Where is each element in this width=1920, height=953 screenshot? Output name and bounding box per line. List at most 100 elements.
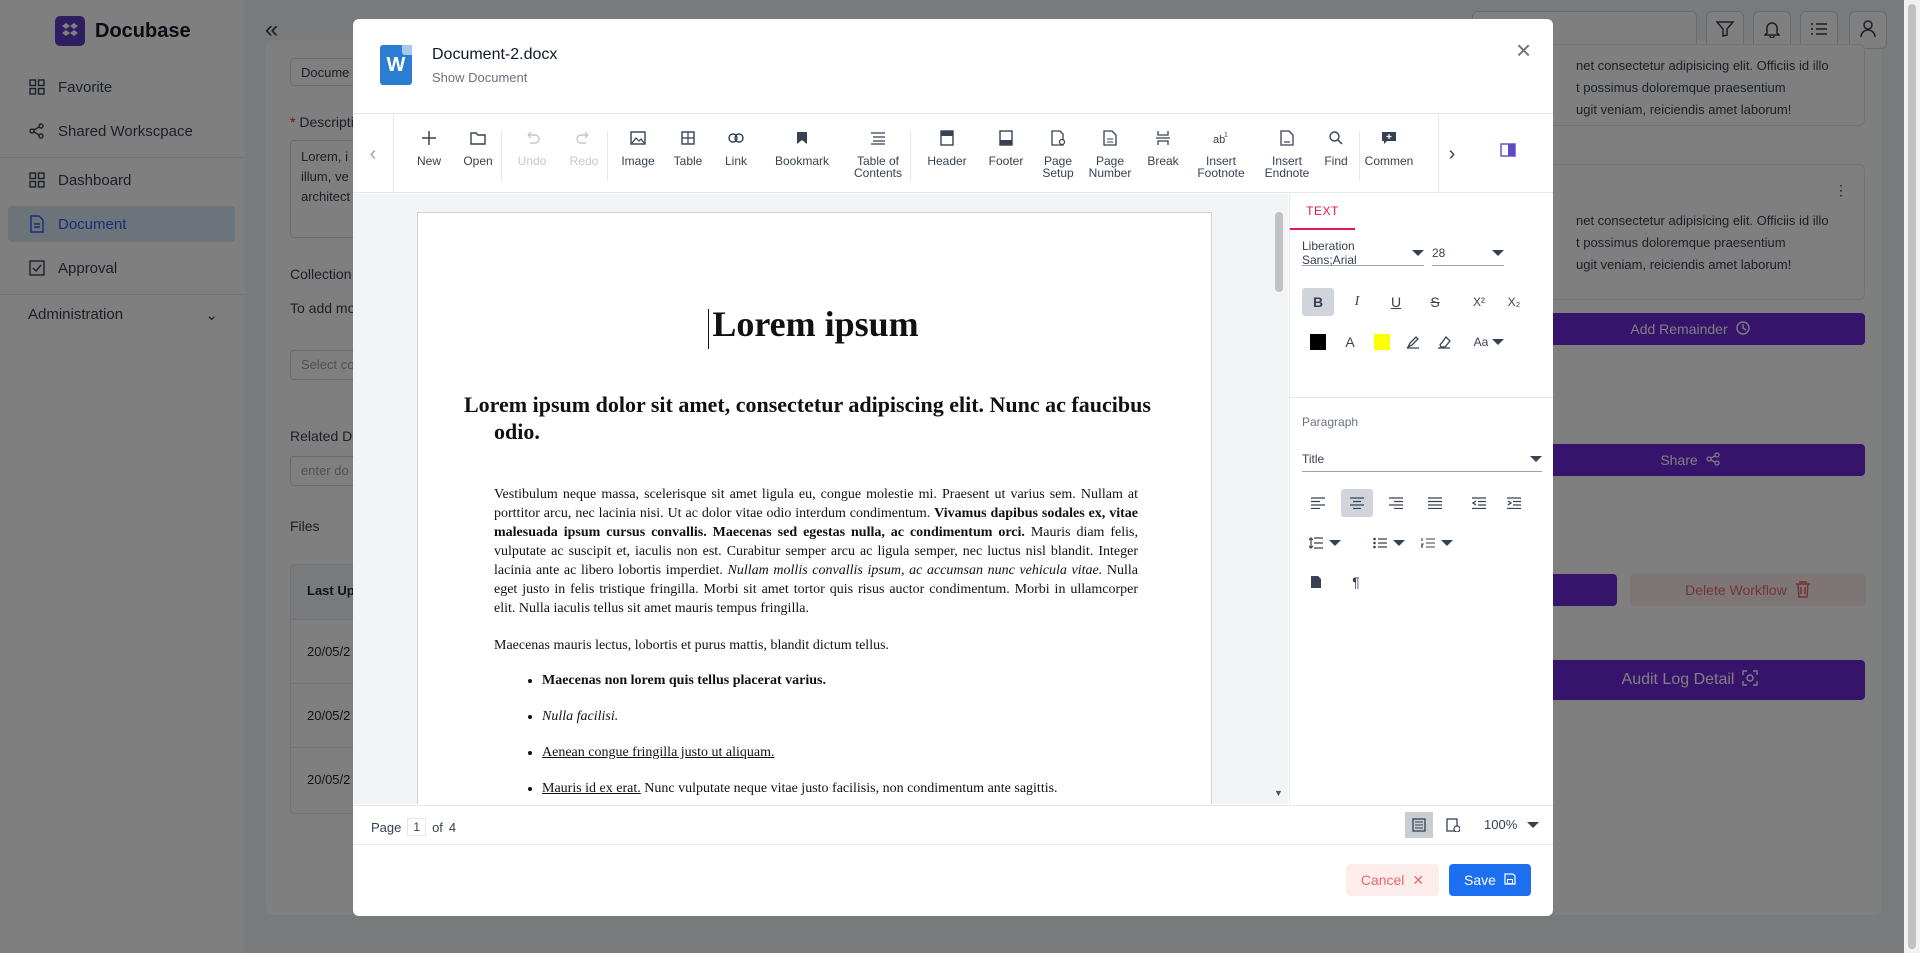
header-icon bbox=[940, 127, 954, 149]
highlight-color-button[interactable] bbox=[1366, 328, 1398, 356]
divider bbox=[501, 131, 502, 181]
comment-button[interactable]: Commen bbox=[1363, 127, 1415, 185]
insert-table-button[interactable]: Table bbox=[665, 127, 711, 185]
document-canvas[interactable]: Lorem ipsum Lorem ipsum dolor sit amet, … bbox=[353, 194, 1288, 804]
tab-text[interactable]: TEXT bbox=[1290, 194, 1355, 230]
chevron-down-icon bbox=[1393, 540, 1405, 546]
document-paragraph[interactable]: Vestibulum neque massa, scelerisque sit … bbox=[494, 485, 1138, 618]
chevron-down-icon bbox=[1329, 540, 1341, 546]
highlight-swatch-icon bbox=[1374, 334, 1390, 350]
close-icon[interactable]: × bbox=[1516, 37, 1531, 63]
divider bbox=[1359, 131, 1360, 181]
justify-button[interactable] bbox=[1419, 489, 1451, 517]
bookmark-button[interactable]: Bookmark bbox=[767, 127, 837, 185]
underline-button[interactable]: U bbox=[1380, 288, 1412, 316]
link-icon bbox=[728, 127, 744, 149]
insert-link-button[interactable]: Link bbox=[713, 127, 759, 185]
document-page[interactable]: Lorem ipsum Lorem ipsum dolor sit amet, … bbox=[417, 212, 1212, 804]
print-layout-icon bbox=[1412, 818, 1426, 832]
subscript-button[interactable]: X₂ bbox=[1498, 288, 1530, 316]
superscript-button[interactable]: X² bbox=[1463, 288, 1495, 316]
font-family-select[interactable]: Liberation Sans;Arial bbox=[1302, 239, 1424, 267]
properties-pane-toggle[interactable] bbox=[1500, 143, 1518, 161]
clear-format-icon[interactable] bbox=[1428, 328, 1460, 356]
clear-formatting-button[interactable] bbox=[1302, 568, 1330, 596]
find-button[interactable]: Find bbox=[1316, 127, 1356, 185]
scrollbar-thumb[interactable] bbox=[1275, 212, 1283, 292]
list-item[interactable]: Aenean congue fringilla justo ut aliquam… bbox=[542, 745, 1138, 781]
decrease-indent-button[interactable] bbox=[1463, 489, 1495, 517]
color-swatch-icon bbox=[1310, 334, 1326, 350]
chevron-down-icon bbox=[1412, 249, 1424, 256]
toolbar-scroll-left-button[interactable]: ‹ bbox=[353, 115, 393, 193]
highlighter-icon[interactable] bbox=[1397, 328, 1429, 356]
line-spacing-icon bbox=[1309, 537, 1323, 549]
insert-image-button[interactable]: Image bbox=[615, 127, 661, 185]
align-center-button[interactable] bbox=[1341, 489, 1373, 517]
current-page-input[interactable]: 1 bbox=[407, 818, 427, 836]
font-size-select[interactable]: 28 bbox=[1432, 240, 1504, 266]
undo-button[interactable]: Undo bbox=[509, 127, 555, 185]
italic-button[interactable]: I bbox=[1341, 288, 1373, 316]
increase-indent-button[interactable] bbox=[1498, 489, 1530, 517]
toolbar-scroll-right-button[interactable]: › bbox=[1432, 115, 1472, 193]
header-button[interactable]: Header bbox=[917, 127, 977, 185]
document-editor-modal: W Document-2.docx Show Document × ‹ New … bbox=[353, 19, 1553, 916]
numbering-button[interactable] bbox=[1414, 529, 1460, 557]
save-button[interactable]: Save bbox=[1449, 864, 1531, 896]
align-left-button[interactable] bbox=[1302, 489, 1334, 517]
insert-endnote-button[interactable]: Insert Endnote bbox=[1261, 127, 1313, 185]
page-number-button[interactable]: Page Number bbox=[1086, 127, 1134, 185]
bold-button[interactable]: B bbox=[1302, 288, 1334, 316]
footer-button[interactable]: Footer bbox=[981, 127, 1031, 185]
cancel-button[interactable]: Cancel ✕ bbox=[1346, 864, 1439, 896]
change-case-button[interactable]: Aa bbox=[1466, 328, 1512, 356]
pilcrow-icon: ¶ bbox=[1352, 574, 1360, 590]
page-indicator: Page 1 of 4 bbox=[371, 818, 457, 836]
chevron-down-icon bbox=[1441, 540, 1453, 546]
list-item[interactable]: Nulla facilisi. bbox=[542, 709, 1138, 745]
divider bbox=[393, 115, 394, 193]
open-button[interactable]: Open bbox=[455, 127, 501, 185]
modal-header: W Document-2.docx Show Document × bbox=[353, 19, 1553, 114]
show-hide-marks-button[interactable]: ¶ bbox=[1342, 568, 1370, 596]
line-spacing-button[interactable] bbox=[1302, 529, 1348, 557]
modal-subtitle: Show Document bbox=[432, 70, 528, 85]
print-layout-button[interactable] bbox=[1405, 812, 1433, 838]
divider bbox=[910, 131, 911, 181]
scroll-down-icon[interactable]: ▼ bbox=[1274, 788, 1283, 798]
toc-icon bbox=[870, 127, 886, 149]
modal-title: Document-2.docx bbox=[432, 46, 558, 63]
editor-scrollbar[interactable]: ▼ bbox=[1270, 194, 1288, 804]
bullets-button[interactable] bbox=[1366, 529, 1412, 557]
page-scrollbar[interactable] bbox=[1904, 0, 1920, 953]
align-right-button[interactable] bbox=[1380, 489, 1412, 517]
divider bbox=[607, 131, 608, 181]
page-setup-button[interactable]: Page Setup bbox=[1037, 127, 1079, 185]
close-icon: ✕ bbox=[1412, 871, 1425, 888]
list-item[interactable]: Maecenas non lorem quis tellus placerat … bbox=[542, 673, 1138, 709]
paragraph-label: Paragraph bbox=[1302, 415, 1359, 429]
plus-icon bbox=[422, 127, 436, 149]
text-color-button[interactable]: A bbox=[1334, 328, 1366, 356]
search-icon bbox=[1329, 127, 1343, 149]
zoom-select[interactable]: 100% bbox=[1484, 817, 1540, 832]
scrollbar-thumb[interactable] bbox=[1908, 4, 1916, 949]
break-button[interactable]: Break bbox=[1142, 127, 1184, 185]
new-button[interactable]: New bbox=[409, 127, 449, 185]
insert-footnote-button[interactable]: ab 1 Insert Footnote bbox=[1191, 127, 1251, 185]
strikethrough-button[interactable]: S bbox=[1419, 288, 1451, 316]
document-heading[interactable]: Lorem ipsum dolor sit amet, consectetur … bbox=[464, 391, 1164, 445]
footer-icon bbox=[999, 127, 1013, 149]
list-item[interactable]: Mauris id ex erat. Nunc vulputate neque … bbox=[542, 781, 1138, 804]
status-bar: Page 1 of 4 100% bbox=[353, 805, 1553, 845]
paragraph-style-select[interactable]: Title bbox=[1302, 446, 1542, 472]
table-of-contents-button[interactable]: Table of Contents bbox=[843, 127, 913, 185]
table-icon bbox=[681, 127, 695, 149]
redo-button[interactable]: Redo bbox=[561, 127, 607, 185]
document-title[interactable]: Lorem ipsum bbox=[418, 303, 1213, 345]
web-layout-button[interactable] bbox=[1439, 812, 1467, 838]
redo-icon bbox=[576, 127, 592, 149]
document-paragraph[interactable]: Maecenas mauris lectus, lobortis et puru… bbox=[494, 636, 1138, 655]
font-color-button[interactable] bbox=[1302, 328, 1334, 356]
